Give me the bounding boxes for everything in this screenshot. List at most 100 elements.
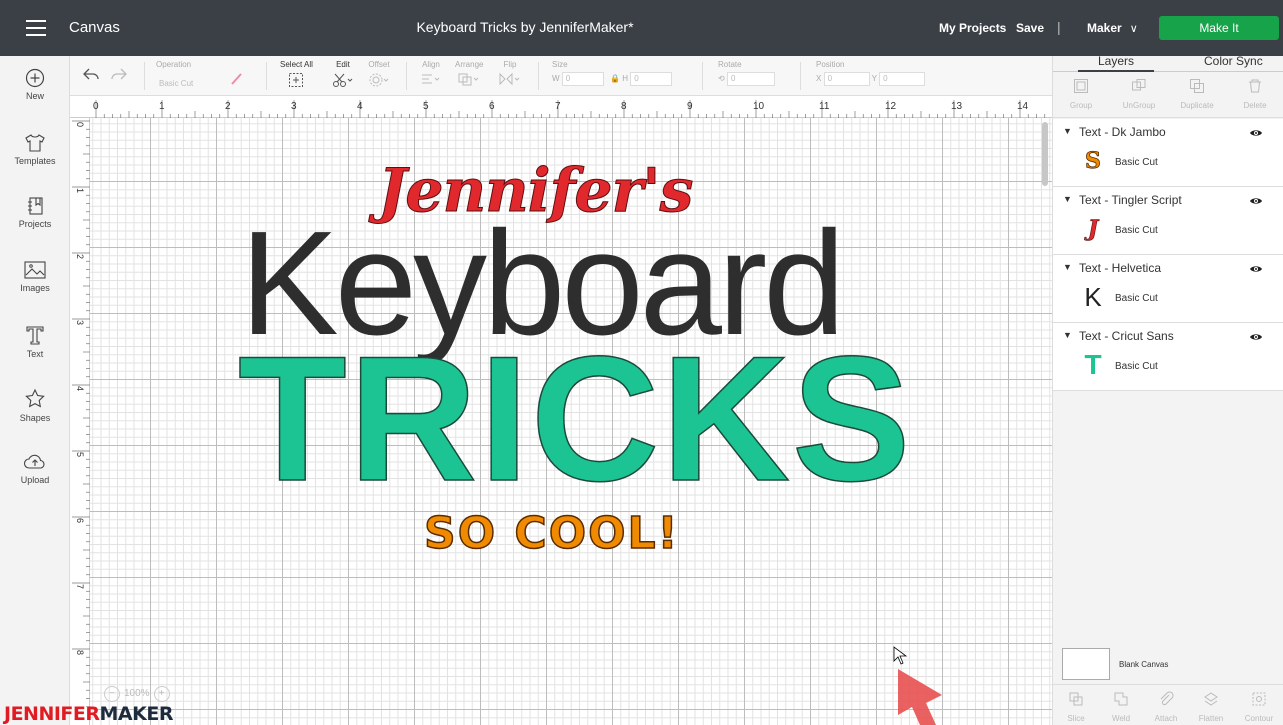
- sidebar-item-upload[interactable]: Upload: [0, 452, 70, 485]
- contour-icon: [1252, 692, 1266, 706]
- canvas-text-so-cool[interactable]: SO COOL!: [423, 507, 680, 560]
- flatten-icon: [1204, 692, 1218, 706]
- ruler-top-label: 6: [489, 101, 495, 112]
- bottom-actions: Slice Weld Attach Flatten Contour: [1053, 684, 1283, 725]
- logo-part-1: JENNIFER: [4, 703, 100, 725]
- slice-button[interactable]: Slice: [1053, 691, 1099, 723]
- eye-icon[interactable]: [1249, 329, 1263, 347]
- zoom-in-button[interactable]: +: [153, 686, 170, 702]
- offset-group[interactable]: Offset: [368, 60, 390, 90]
- make-it-button[interactable]: Make It: [1159, 16, 1279, 40]
- ruler-top-label: 13: [951, 101, 963, 112]
- caret-down-icon[interactable]: ▼: [1063, 194, 1072, 204]
- blank-canvas-swatch[interactable]: [1062, 648, 1110, 680]
- caret-down-icon[interactable]: ▼: [1063, 126, 1072, 136]
- left-sidebar: New Templates Projects Images Text Shape…: [0, 56, 70, 725]
- sidebar-item-label: Upload: [20, 475, 50, 485]
- duplicate-button[interactable]: Duplicate: [1169, 78, 1225, 110]
- ungroup-icon: [1132, 79, 1146, 91]
- design-space-window: Canvas Keyboard Tricks by JenniferMaker*…: [0, 0, 1283, 725]
- layer-item[interactable]: ▼ Text - Helvetica K Basic Cut: [1053, 255, 1283, 323]
- select-all-group[interactable]: Select All: [280, 60, 313, 90]
- pos-y-input[interactable]: 0: [879, 72, 926, 86]
- flatten-button[interactable]: Flatten: [1188, 691, 1234, 723]
- redo-icon[interactable]: [110, 67, 128, 86]
- align-group[interactable]: Align: [420, 60, 442, 88]
- tshirt-icon: [25, 134, 45, 152]
- rotate-input[interactable]: 0: [726, 72, 775, 86]
- sidebar-item-projects[interactable]: Projects: [0, 196, 70, 229]
- delete-button[interactable]: Delete: [1227, 78, 1283, 110]
- ruler-left-label: 1: [75, 188, 85, 193]
- size-w-input[interactable]: 0: [561, 72, 604, 86]
- sidebar-item-label: Templates: [14, 156, 56, 166]
- ruler-top-label: 9: [687, 101, 693, 112]
- pos-x-input[interactable]: 0: [823, 72, 870, 86]
- ruler-left-label: 0: [75, 122, 85, 127]
- document-title: Keyboard Tricks by JenniferMaker*: [416, 19, 634, 35]
- undo-icon[interactable]: [82, 67, 100, 86]
- zoom-out-button[interactable]: −: [104, 686, 120, 702]
- layer-thumbnail: S: [1085, 148, 1102, 175]
- lock-icon[interactable]: 🔒: [610, 74, 620, 83]
- eye-icon[interactable]: [1249, 193, 1263, 211]
- ruler-top-label: 0: [93, 101, 99, 112]
- canvas-text-tricks[interactable]: TRICKS: [237, 329, 913, 509]
- contour-label: Contour: [1244, 714, 1274, 723]
- layer-name: Text - Helvetica: [1079, 261, 1162, 275]
- chevron-down-icon: ∨: [1129, 23, 1138, 35]
- layer-item[interactable]: ▼ Text - Tingler Script J Basic Cut: [1053, 187, 1283, 255]
- flatten-label: Flatten: [1198, 714, 1224, 723]
- ruler-left-label: 2: [75, 254, 85, 259]
- paperclip-icon: [1160, 691, 1174, 706]
- trash-icon: [1249, 79, 1261, 93]
- sidebar-item-templates[interactable]: Templates: [0, 133, 70, 166]
- caret-down-icon[interactable]: ▼: [1063, 330, 1072, 340]
- weld-button[interactable]: Weld: [1098, 691, 1144, 723]
- sidebar-item-new[interactable]: New: [0, 68, 70, 101]
- sidebar-item-text[interactable]: Text: [0, 324, 70, 359]
- machine-label: Maker: [1087, 21, 1122, 35]
- machine-selector[interactable]: Maker ∨: [1087, 21, 1138, 35]
- attach-button[interactable]: Attach: [1143, 691, 1189, 723]
- ruler-left: 0 1 2 3 4 5 6 7 8: [70, 118, 90, 725]
- sidebar-item-label: Text: [26, 349, 44, 359]
- edit-group[interactable]: Edit: [332, 60, 354, 90]
- my-projects-link[interactable]: My Projects: [939, 21, 1006, 35]
- weld-label: Weld: [1111, 714, 1131, 723]
- layer-thumbnail: J: [1087, 216, 1099, 243]
- weld-icon: [1114, 692, 1128, 706]
- design-canvas[interactable]: Jennifer's Keyboard TRICKS SO COOL!: [90, 118, 1052, 725]
- layer-operation: Basic Cut: [1115, 225, 1158, 236]
- tab-color-sync[interactable]: Color Sync: [1204, 54, 1263, 68]
- size-h-input[interactable]: 0: [630, 72, 673, 86]
- sidebar-item-images[interactable]: Images: [0, 260, 70, 293]
- rotate-label: Rotate: [718, 60, 742, 69]
- caret-down-icon[interactable]: ▼: [1063, 262, 1072, 272]
- group-button[interactable]: Group: [1053, 78, 1109, 110]
- layer-item[interactable]: ▼ Text - Dk Jambo S Basic Cut: [1053, 119, 1283, 187]
- ungroup-button[interactable]: UnGroup: [1111, 78, 1167, 110]
- contour-button[interactable]: Contour: [1236, 691, 1282, 723]
- toolbar-divider: [406, 62, 407, 90]
- select-all-label: Select All: [280, 60, 313, 69]
- canvas-scrollbar[interactable]: [1042, 122, 1048, 186]
- text-icon: [26, 326, 44, 345]
- ruler-top-label: 10: [753, 101, 765, 112]
- layer-item[interactable]: ▼ Text - Cricut Sans T Basic Cut: [1053, 323, 1283, 391]
- save-button[interactable]: Save: [1016, 21, 1044, 35]
- arrange-group[interactable]: Arrange: [455, 60, 483, 88]
- toolbar-divider: [144, 62, 145, 90]
- tab-layers[interactable]: Layers: [1077, 54, 1155, 72]
- layer-operation: Basic Cut: [1115, 293, 1158, 304]
- eye-icon[interactable]: [1249, 125, 1263, 143]
- rotate-icon: ⟲: [718, 74, 725, 83]
- operation-select[interactable]: Basic Cut: [156, 78, 228, 92]
- eye-icon[interactable]: [1249, 261, 1263, 279]
- slice-icon: [1069, 692, 1083, 706]
- sidebar-item-shapes[interactable]: Shapes: [0, 388, 70, 423]
- projects-icon: [28, 197, 43, 215]
- pen-icon[interactable]: [230, 72, 244, 88]
- flip-group[interactable]: Flip: [498, 60, 522, 88]
- layer-thumbnail: K: [1084, 282, 1102, 312]
